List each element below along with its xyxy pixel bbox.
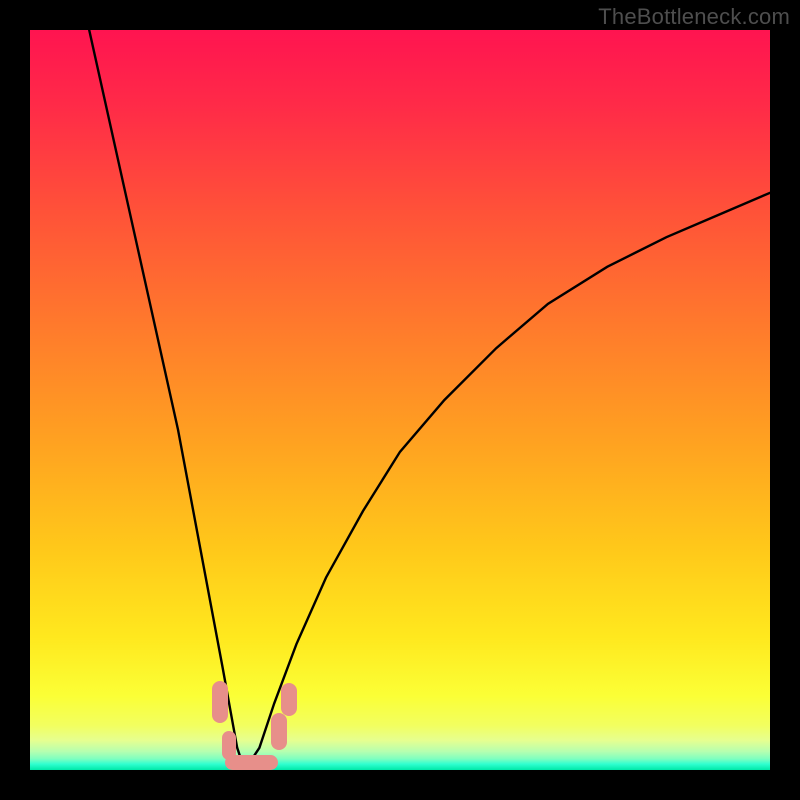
- chart-frame: TheBottleneck.com: [0, 0, 800, 800]
- plot-area: [30, 30, 770, 770]
- bottleneck-curve: [30, 30, 770, 770]
- watermark-text: TheBottleneck.com: [598, 4, 790, 30]
- curve-marker: [281, 683, 297, 716]
- curve-marker: [248, 755, 278, 770]
- curve-marker: [212, 681, 228, 722]
- curve-marker: [271, 713, 287, 750]
